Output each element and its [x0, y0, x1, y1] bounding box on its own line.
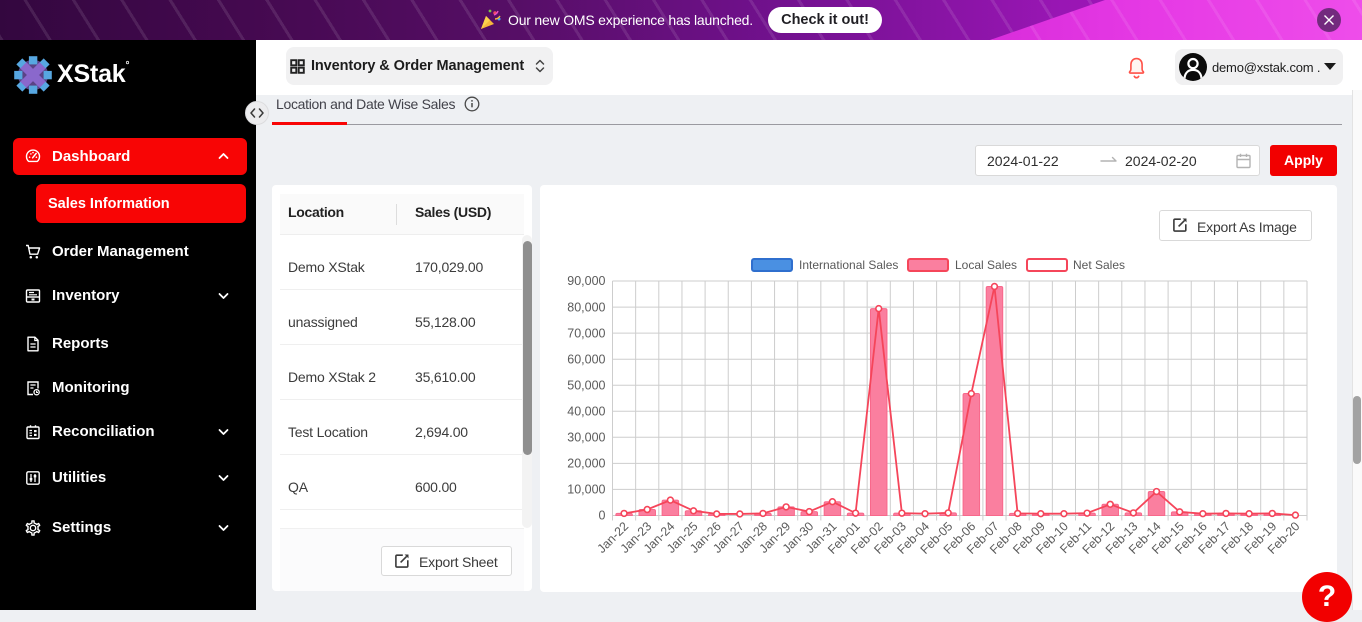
svg-text:10,000: 10,000	[567, 483, 605, 497]
svg-text:0: 0	[599, 509, 606, 523]
svg-text:20,000: 20,000	[567, 457, 605, 471]
svg-text:90,000: 90,000	[567, 274, 605, 288]
svg-text:40,000: 40,000	[567, 405, 605, 419]
svg-text:70,000: 70,000	[567, 326, 605, 340]
svg-text:60,000: 60,000	[567, 352, 605, 366]
svg-text:80,000: 80,000	[567, 300, 605, 314]
svg-text:30,000: 30,000	[567, 431, 605, 445]
svg-text:50,000: 50,000	[567, 378, 605, 392]
